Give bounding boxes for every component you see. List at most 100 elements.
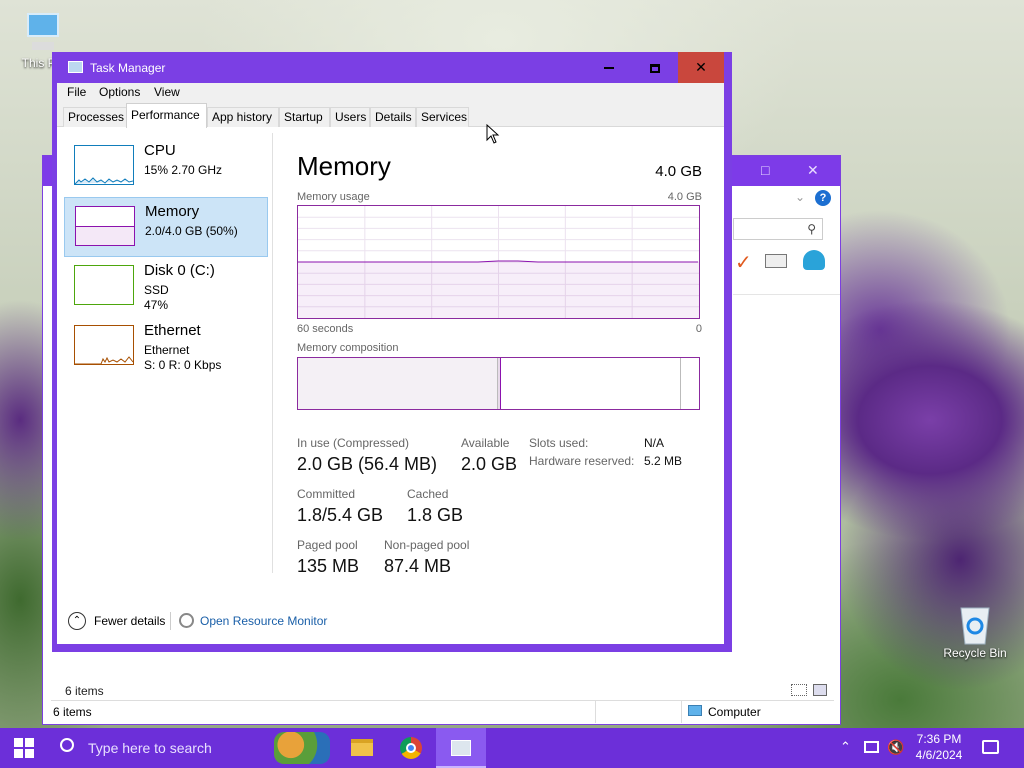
sidebar-cpu-name: CPU	[144, 142, 176, 159]
minimize-icon	[604, 67, 614, 70]
taskbar-file-explorer[interactable]	[338, 728, 386, 768]
details-view-icon[interactable]	[791, 684, 807, 696]
open-resource-monitor-label: Open Resource Monitor	[200, 614, 328, 628]
memory-usage-graph-grid	[298, 206, 699, 318]
close-button[interactable]: ✕	[678, 52, 724, 83]
tab-users[interactable]: Users	[330, 107, 370, 127]
items-count-label: 6 items	[65, 684, 104, 698]
sidebar-ethernet-throughput: S: 0 R: 0 Kbps	[144, 358, 222, 372]
tab-processes[interactable]: Processes	[63, 107, 127, 127]
recycle-bin-icon	[960, 607, 990, 645]
memory-total-label: 4.0 GB	[655, 163, 702, 180]
cpu-thumbnail-graph	[74, 145, 134, 185]
committed-value: 1.8/5.4 GB	[297, 505, 384, 525]
items-count-bottom: 6 items	[53, 705, 92, 719]
ethernet-mini-graph	[75, 356, 134, 365]
computer-icon	[27, 13, 59, 50]
tiles-view-icon[interactable]	[813, 684, 827, 696]
cached-value: 1.8 GB	[407, 505, 464, 525]
tab-details[interactable]: Details	[370, 107, 416, 127]
menu-options[interactable]: Options	[99, 85, 140, 99]
paint-app-icon	[274, 732, 330, 764]
task-manager-taskbar-icon	[451, 740, 471, 756]
start-button[interactable]	[0, 728, 48, 768]
resource-monitor-icon	[179, 613, 194, 628]
committed-label: Committed	[297, 487, 356, 501]
sidebar-item-disk[interactable]: Disk 0 (C:) SSD 47%	[64, 257, 268, 317]
recycle-bin-label: Recycle Bin	[943, 646, 1007, 660]
available-label: Available	[461, 436, 510, 450]
clock-time: 7:36 PM	[916, 732, 962, 746]
composition-standby-segment	[501, 358, 681, 409]
fewer-details-label: Fewer details	[94, 614, 166, 628]
tab-startup[interactable]: Startup	[279, 107, 330, 127]
tab-performance[interactable]: Performance	[126, 103, 207, 128]
minimize-button[interactable]	[586, 52, 632, 83]
notifications-icon[interactable]	[982, 740, 999, 754]
computer-small-icon	[688, 705, 702, 716]
composition-free-segment	[681, 358, 699, 409]
folder-icon	[351, 739, 373, 756]
menu-bar: File Options View	[57, 83, 724, 103]
memory-usage-graph	[297, 205, 700, 319]
chrome-icon-center	[406, 743, 416, 753]
task-manager-app-icon	[68, 61, 83, 73]
cached-label: Cached	[407, 487, 449, 501]
explorer-ribbon-area: ⌄ ? ⚲ ✓	[733, 186, 840, 456]
clock[interactable]: 7:36 PM 4/6/2024	[910, 731, 968, 765]
memory-thumbnail-graph	[75, 206, 135, 246]
slots-used-label: Slots used:	[529, 436, 589, 450]
sidebar-item-memory[interactable]: Memory 2.0/4.0 GB (50%)	[64, 197, 268, 257]
help-icon[interactable]: ?	[815, 190, 831, 206]
menu-file[interactable]: File	[67, 85, 86, 99]
sidebar-item-ethernet[interactable]: Ethernet Ethernet S: 0 R: 0 Kbps	[64, 317, 268, 377]
sidebar-ethernet-name: Ethernet	[144, 322, 201, 339]
sidebar-memory-name: Memory	[145, 203, 200, 220]
status-separator	[595, 701, 596, 723]
page-title: Memory	[297, 151, 391, 181]
tab-app-history[interactable]: App history	[207, 107, 279, 127]
location-label: Computer	[708, 705, 761, 719]
volume-muted-icon[interactable]: 🔇	[887, 739, 904, 756]
explorer-close-icon[interactable]: ✕	[807, 162, 819, 179]
disk-thumbnail-graph	[74, 265, 134, 305]
checkmark-icon[interactable]: ✓	[735, 250, 752, 275]
sidebar-disk-type: SSD	[144, 283, 169, 297]
sidebar-ethernet-adapter: Ethernet	[144, 343, 190, 357]
cpu-mini-graph	[74, 177, 134, 185]
hardware-reserved-label: Hardware reserved:	[529, 454, 635, 468]
status-separator	[681, 701, 682, 723]
task-manager-footer: ⌃ Fewer details Open Resource Monitor	[57, 606, 724, 636]
explorer-search-input[interactable]: ⚲	[733, 218, 823, 240]
menu-view[interactable]: View	[154, 85, 180, 99]
explorer-statusbar: 6 items Computer	[51, 700, 834, 723]
non-paged-pool-label: Non-paged pool	[384, 538, 470, 552]
taskbar-app-paint[interactable]	[266, 728, 338, 768]
in-use-label: In use (Compressed)	[297, 436, 410, 450]
memory-usage-area	[298, 262, 699, 318]
maximize-button[interactable]	[632, 52, 678, 83]
sidebar-item-cpu[interactable]: CPU 15% 2.70 GHz	[64, 137, 268, 197]
recycle-bin-desktop-icon[interactable]: Recycle Bin	[940, 602, 1010, 660]
maximize-icon	[650, 63, 660, 73]
task-manager-titlebar[interactable]: Task Manager ✕	[52, 52, 732, 83]
sidebar-divider	[272, 133, 273, 573]
shell-icon[interactable]	[803, 250, 825, 270]
chevron-up-icon: ⌃	[68, 612, 86, 630]
taskbar-task-manager[interactable]	[436, 728, 486, 768]
in-use-value: 2.0 GB (56.4 MB)	[297, 454, 438, 474]
taskbar: Type here to search ⌃ 🔇 7:36 PM 4/6/2024	[0, 728, 1024, 768]
explorer-maximize-icon[interactable]: □	[761, 162, 769, 178]
memory-mini-fill	[76, 226, 134, 245]
chevron-down-icon[interactable]: ⌄	[795, 190, 805, 204]
mail-icon[interactable]	[765, 254, 787, 268]
taskbar-chrome[interactable]	[386, 728, 436, 768]
window-title: Task Manager	[90, 61, 166, 75]
chevron-up-tray-icon[interactable]: ⌃	[840, 739, 851, 755]
memory-composition-bar	[297, 357, 700, 410]
tab-services[interactable]: Services	[416, 107, 469, 127]
ribbon-divider	[733, 294, 840, 295]
network-icon[interactable]	[864, 741, 879, 753]
taskbar-search-box[interactable]: Type here to search	[48, 728, 266, 768]
sidebar-memory-detail: 2.0/4.0 GB (50%)	[145, 224, 238, 238]
